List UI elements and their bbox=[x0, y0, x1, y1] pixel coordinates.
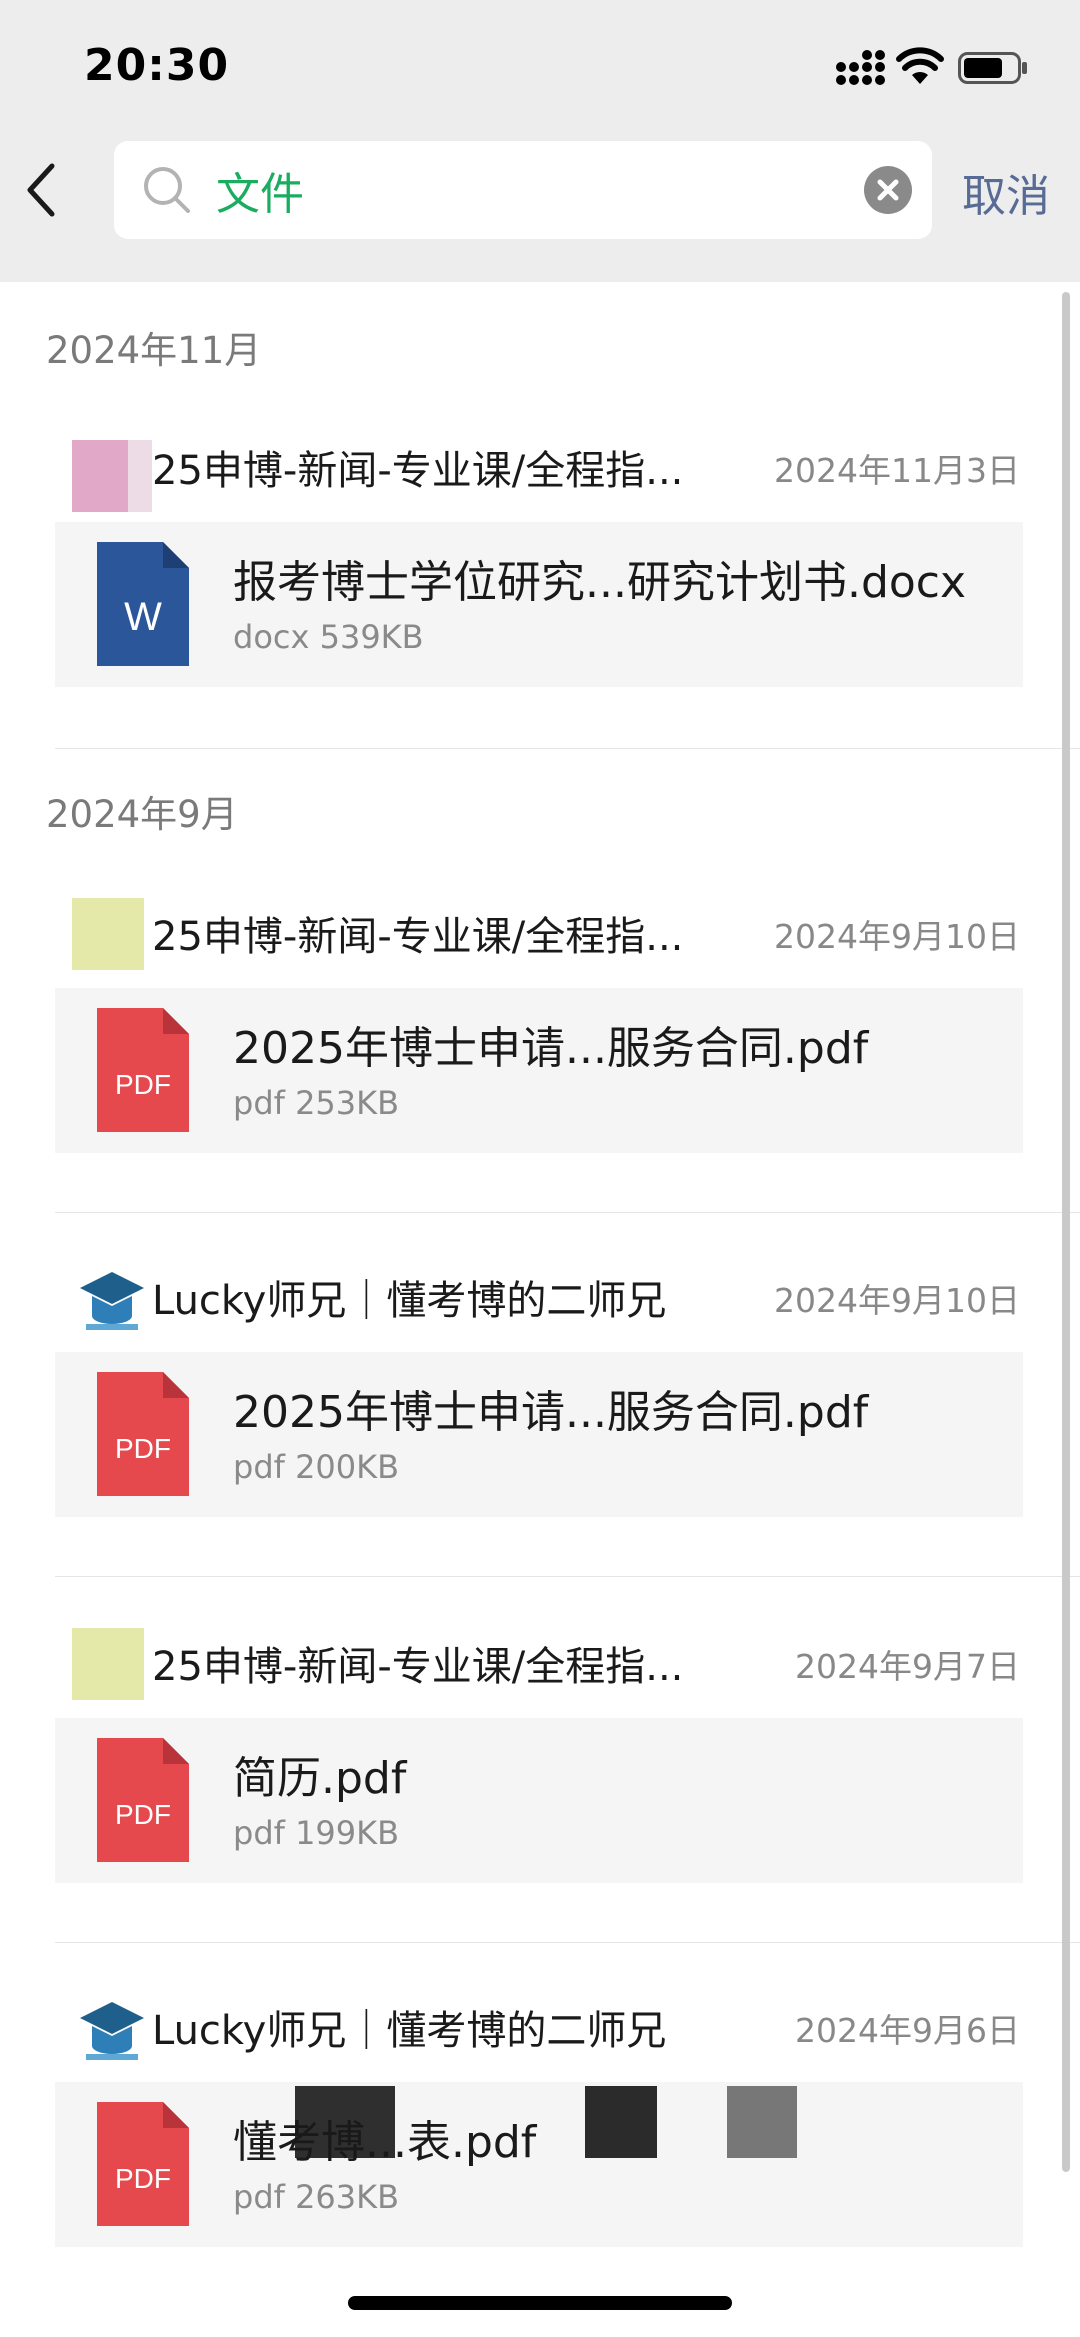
file-date: 2024年9月10日 bbox=[774, 1281, 1020, 1320]
pdf-file-icon: PDF bbox=[97, 1008, 189, 1132]
scrollbar[interactable] bbox=[1062, 292, 1070, 2172]
battery-icon bbox=[958, 52, 1027, 84]
user-avatar-icon bbox=[80, 1272, 144, 1330]
file-card[interactable]: W 报考博士学位研究...研究计划书.docx docx 539KB bbox=[55, 522, 1023, 687]
cellular-signal-icon bbox=[836, 50, 885, 85]
redaction-block bbox=[585, 2086, 657, 2158]
search-icon bbox=[144, 167, 190, 213]
file-card[interactable]: PDF 懂考博...表.pdf pdf 263KB bbox=[55, 2082, 1023, 2247]
file-name: 2025年博士申请...服务合同.pdf bbox=[233, 1387, 869, 1438]
month-header: 2024年9月 bbox=[46, 793, 238, 836]
status-time: 20:30 bbox=[84, 40, 230, 91]
group-avatar-icon bbox=[72, 1628, 144, 1700]
file-card[interactable]: PDF 2025年博士申请...服务合同.pdf pdf 253KB bbox=[55, 988, 1023, 1153]
divider bbox=[55, 1942, 1080, 1943]
search-input[interactable] bbox=[216, 151, 816, 229]
divider bbox=[55, 1212, 1080, 1213]
redaction-block bbox=[727, 2086, 797, 2158]
divider bbox=[55, 748, 1080, 749]
word-file-icon: W bbox=[97, 542, 189, 666]
file-meta: pdf 199KB bbox=[233, 1814, 400, 1852]
clear-search-button[interactable] bbox=[864, 166, 912, 214]
pdf-file-icon: PDF bbox=[97, 2102, 189, 2226]
file-name: 报考博士学位研究...研究计划书.docx bbox=[233, 557, 967, 608]
cancel-button[interactable]: 取消 bbox=[962, 160, 1050, 224]
file-card[interactable]: PDF 2025年博士申请...服务合同.pdf pdf 200KB bbox=[55, 1352, 1023, 1517]
file-badge: W bbox=[124, 595, 162, 639]
source-chat-name: 25申博-新闻-专业课/全程指... bbox=[152, 914, 684, 960]
source-chat-name: 25申博-新闻-专业课/全程指... bbox=[152, 448, 684, 494]
file-name: 2025年博士申请...服务合同.pdf bbox=[233, 1023, 869, 1074]
file-date: 2024年9月7日 bbox=[795, 1647, 1020, 1686]
file-meta: pdf 253KB bbox=[233, 1084, 400, 1122]
file-date: 2024年9月6日 bbox=[795, 2011, 1020, 2050]
header: 20:30 文件 取消 bbox=[0, 0, 1080, 282]
user-avatar-icon bbox=[80, 2002, 144, 2060]
group-avatar-icon bbox=[72, 898, 144, 970]
file-badge: PDF bbox=[115, 1433, 171, 1464]
close-icon bbox=[877, 179, 899, 201]
file-date: 2024年9月10日 bbox=[774, 917, 1020, 956]
file-badge: PDF bbox=[115, 2163, 171, 2194]
file-badge: PDF bbox=[115, 1069, 171, 1100]
month-header: 2024年11月 bbox=[46, 329, 262, 372]
home-indicator bbox=[348, 2296, 732, 2310]
source-chat-name: 25申博-新闻-专业课/全程指... bbox=[152, 1644, 684, 1690]
pdf-file-icon: PDF bbox=[97, 1372, 189, 1496]
wifi-icon bbox=[896, 47, 944, 84]
group-avatar-icon bbox=[72, 440, 152, 512]
pdf-file-icon: PDF bbox=[97, 1738, 189, 1862]
search-bar[interactable] bbox=[114, 141, 932, 239]
back-icon[interactable] bbox=[22, 160, 62, 220]
file-meta: pdf 263KB bbox=[233, 2178, 400, 2216]
source-chat-name: Lucky师兄｜懂考博的二师兄 bbox=[152, 1278, 667, 1324]
file-meta: pdf 200KB bbox=[233, 1448, 400, 1486]
divider bbox=[55, 1576, 1080, 1577]
redaction-block bbox=[295, 2086, 395, 2158]
file-meta: docx 539KB bbox=[233, 618, 424, 656]
file-card[interactable]: PDF 简历.pdf pdf 199KB bbox=[55, 1718, 1023, 1883]
file-badge: PDF bbox=[115, 1799, 171, 1830]
file-name: 简历.pdf bbox=[233, 1753, 407, 1804]
file-date: 2024年11月3日 bbox=[774, 451, 1020, 490]
source-chat-name: Lucky师兄｜懂考博的二师兄 bbox=[152, 2008, 667, 2054]
